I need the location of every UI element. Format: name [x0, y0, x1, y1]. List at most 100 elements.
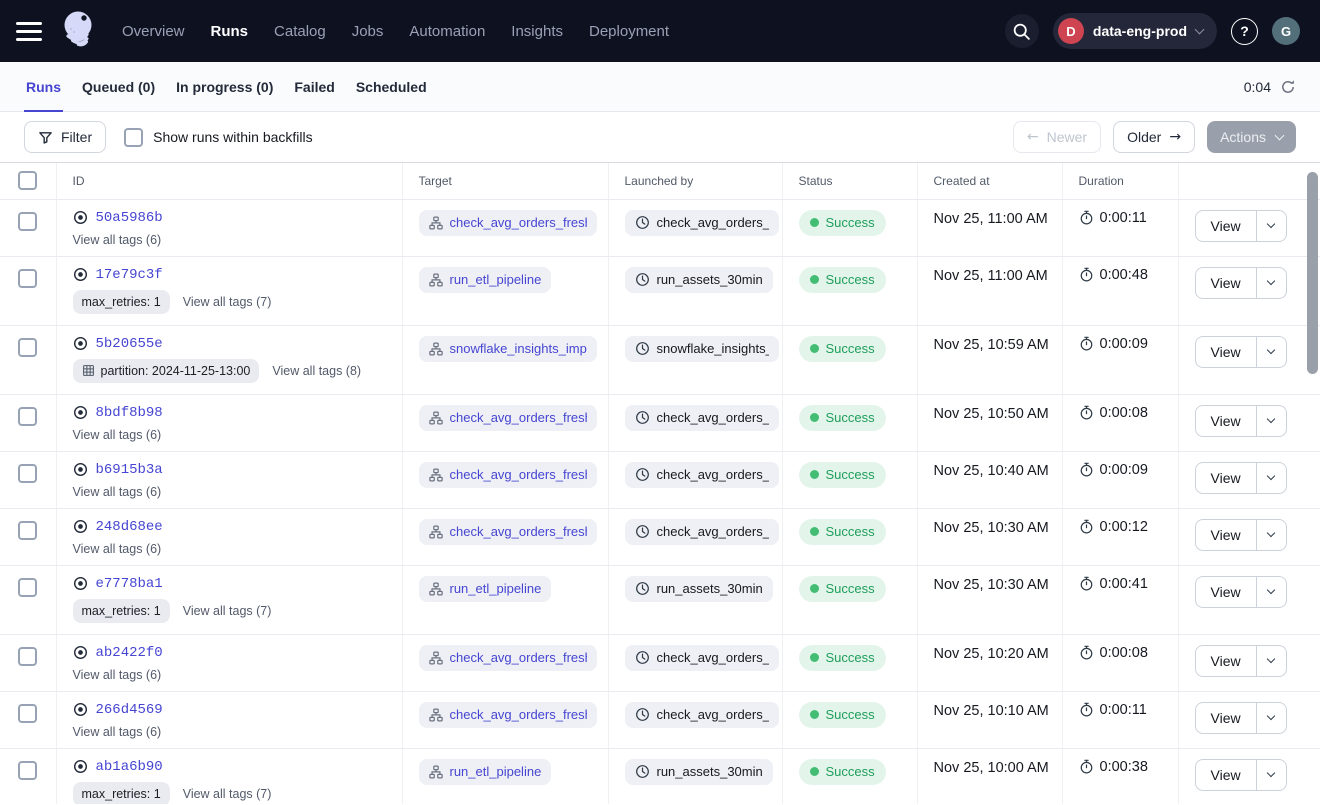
view-all-tags-link[interactable]: View all tags (6): [73, 428, 162, 442]
run-id-link[interactable]: ab2422f0: [96, 645, 163, 661]
view-dropdown-button[interactable]: [1257, 760, 1286, 790]
dagster-logo-icon[interactable]: [58, 8, 102, 54]
row-checkbox[interactable]: [18, 407, 37, 426]
tab-queued-0[interactable]: Queued (0): [80, 62, 157, 111]
view-all-tags-link[interactable]: View all tags (6): [73, 542, 162, 556]
view-dropdown-button[interactable]: [1257, 337, 1286, 367]
view-button[interactable]: View: [1196, 463, 1257, 493]
nav-item-runs[interactable]: Runs: [211, 23, 249, 40]
view-dropdown-button[interactable]: [1257, 520, 1286, 550]
run-id-link[interactable]: 266d4569: [96, 702, 163, 718]
target-pill[interactable]: run_etl_pipeline: [419, 759, 552, 785]
launched-by-pill[interactable]: run_assets_30min: [625, 267, 773, 293]
target-pill[interactable]: check_avg_orders_freshne: [419, 519, 597, 545]
launched-by-pill[interactable]: check_avg_orders_f…: [625, 462, 779, 488]
view-all-tags-link[interactable]: View all tags (6): [73, 485, 162, 499]
view-button[interactable]: View: [1196, 337, 1257, 367]
view-button[interactable]: View: [1196, 268, 1257, 298]
row-checkbox[interactable]: [18, 338, 37, 357]
run-tag-pill[interactable]: max_retries: 1: [73, 290, 170, 314]
older-button[interactable]: Older →: [1113, 121, 1195, 153]
run-id-link[interactable]: 5b20655e: [96, 336, 163, 352]
target-pill[interactable]: check_avg_orders_freshne: [419, 702, 597, 728]
row-checkbox[interactable]: [18, 578, 37, 597]
view-all-tags-link[interactable]: View all tags (7): [183, 604, 272, 618]
tab-in-progress-0[interactable]: In progress (0): [174, 62, 275, 111]
view-button[interactable]: View: [1196, 703, 1257, 733]
row-checkbox[interactable]: [18, 761, 37, 780]
nav-item-automation[interactable]: Automation: [409, 23, 485, 40]
run-id-link[interactable]: 50a5986b: [96, 210, 163, 226]
run-id-link[interactable]: 17e79c3f: [96, 267, 163, 283]
vertical-scrollbar-thumb[interactable]: [1307, 172, 1318, 374]
run-id-link[interactable]: ab1a6b90: [96, 759, 163, 775]
nav-item-jobs[interactable]: Jobs: [352, 23, 384, 40]
run-id-link[interactable]: 248d68ee: [96, 519, 163, 535]
view-dropdown-button[interactable]: [1257, 463, 1286, 493]
nav-item-catalog[interactable]: Catalog: [274, 23, 326, 40]
view-dropdown-button[interactable]: [1257, 703, 1286, 733]
target-pill[interactable]: snowflake_insights_import: [419, 336, 597, 362]
launched-by-pill[interactable]: check_avg_orders_f…: [625, 702, 779, 728]
tab-failed[interactable]: Failed: [292, 62, 336, 111]
view-button[interactable]: View: [1196, 646, 1257, 676]
view-button[interactable]: View: [1196, 211, 1257, 241]
tab-scheduled[interactable]: Scheduled: [354, 62, 429, 111]
backfills-checkbox[interactable]: [124, 128, 143, 147]
view-all-tags-link[interactable]: View all tags (7): [183, 787, 272, 801]
view-button[interactable]: View: [1196, 520, 1257, 550]
run-id-link[interactable]: 8bdf8b98: [96, 405, 163, 421]
refresh-button[interactable]: [1280, 79, 1296, 95]
view-dropdown-button[interactable]: [1257, 406, 1286, 436]
launched-by-pill[interactable]: check_avg_orders_f…: [625, 210, 779, 236]
hamburger-menu-icon[interactable]: [16, 16, 46, 46]
view-dropdown-button[interactable]: [1257, 646, 1286, 676]
view-dropdown-button[interactable]: [1257, 577, 1286, 607]
target-pill[interactable]: run_etl_pipeline: [419, 576, 552, 602]
actions-button[interactable]: Actions: [1207, 121, 1296, 153]
launched-by-pill[interactable]: run_assets_30min: [625, 576, 773, 602]
tab-runs[interactable]: Runs: [24, 62, 63, 111]
filter-button[interactable]: Filter: [24, 121, 106, 153]
view-dropdown-button[interactable]: [1257, 211, 1286, 241]
launched-by-pill[interactable]: check_avg_orders_f…: [625, 519, 779, 545]
view-all-tags-link[interactable]: View all tags (7): [183, 295, 272, 309]
target-pill[interactable]: check_avg_orders_freshne: [419, 405, 597, 431]
target-pill[interactable]: check_avg_orders_freshne: [419, 210, 597, 236]
newer-button[interactable]: ← Newer: [1013, 121, 1101, 153]
nav-item-overview[interactable]: Overview: [122, 23, 185, 40]
select-all-checkbox[interactable]: [18, 171, 37, 190]
launched-by-pill[interactable]: check_avg_orders_f…: [625, 645, 779, 671]
run-id-link[interactable]: e7778ba1: [96, 576, 163, 592]
run-tag-pill[interactable]: max_retries: 1: [73, 782, 170, 805]
row-checkbox[interactable]: [18, 212, 37, 231]
row-checkbox[interactable]: [18, 269, 37, 288]
row-checkbox[interactable]: [18, 464, 37, 483]
row-checkbox[interactable]: [18, 521, 37, 540]
target-pill[interactable]: check_avg_orders_freshne: [419, 462, 597, 488]
launched-by-pill[interactable]: snowflake_insights_…: [625, 336, 779, 362]
view-all-tags-link[interactable]: View all tags (6): [73, 725, 162, 739]
view-button[interactable]: View: [1196, 760, 1257, 790]
view-button[interactable]: View: [1196, 406, 1257, 436]
user-avatar[interactable]: G: [1272, 17, 1300, 45]
view-button[interactable]: View: [1196, 577, 1257, 607]
search-button[interactable]: [1005, 14, 1039, 48]
run-id-link[interactable]: b6915b3a: [96, 462, 163, 478]
run-tag-pill[interactable]: max_retries: 1: [73, 599, 170, 623]
target-pill[interactable]: run_etl_pipeline: [419, 267, 552, 293]
target-pill[interactable]: check_avg_orders_freshne: [419, 645, 597, 671]
view-all-tags-link[interactable]: View all tags (6): [73, 233, 162, 247]
nav-item-deployment[interactable]: Deployment: [589, 23, 669, 40]
view-all-tags-link[interactable]: View all tags (8): [272, 364, 361, 378]
help-button[interactable]: ?: [1231, 18, 1258, 45]
nav-item-insights[interactable]: Insights: [511, 23, 563, 40]
run-tag-pill[interactable]: partition: 2024-11-25-13:00: [73, 359, 260, 383]
row-checkbox[interactable]: [18, 704, 37, 723]
launched-by-pill[interactable]: check_avg_orders_f…: [625, 405, 779, 431]
row-checkbox[interactable]: [18, 647, 37, 666]
deployment-switcher[interactable]: D data-eng-prod: [1053, 13, 1217, 49]
launched-by-pill[interactable]: run_assets_30min: [625, 759, 773, 785]
view-all-tags-link[interactable]: View all tags (6): [73, 668, 162, 682]
view-dropdown-button[interactable]: [1257, 268, 1286, 298]
